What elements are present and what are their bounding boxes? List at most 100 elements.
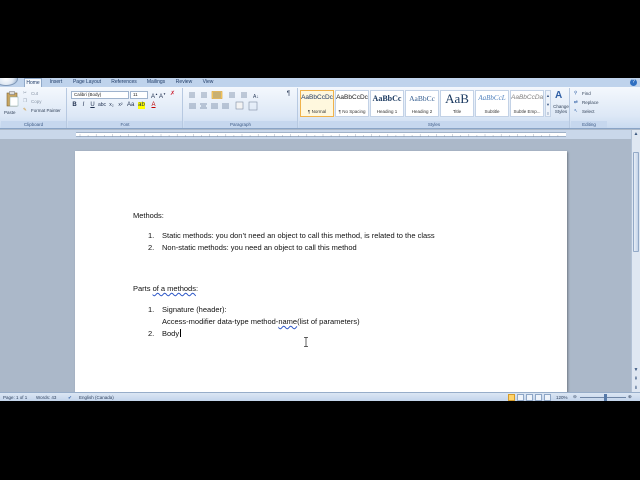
proofing-icon[interactable]: ✔: [68, 394, 72, 401]
zoom-out-icon[interactable]: ⊖: [573, 393, 577, 400]
ruler-ticks: [79, 134, 559, 137]
language[interactable]: English (Canada): [79, 394, 114, 401]
subscript-icon[interactable]: x₂: [108, 102, 115, 109]
draft-view-button[interactable]: [544, 394, 551, 401]
spell-flagged-text: name: [278, 317, 298, 326]
style-name: Heading 2: [411, 109, 433, 114]
change-styles-button[interactable]: A Change Styles: [552, 90, 570, 120]
style-name: ¶ No Spacing: [338, 109, 366, 114]
clipboard-group: Paste ✂ Cut ❐ Copy ✎ Format Painter Clip…: [1, 88, 67, 128]
replace-label: Replace: [582, 100, 599, 105]
show-formatting-marks-button[interactable]: ¶: [285, 91, 292, 98]
font-color-icon[interactable]: A: [150, 102, 157, 109]
list-number: 2.: [148, 243, 155, 252]
style-subtitle[interactable]: AaBbCcL Subtitle: [475, 90, 509, 117]
find-button[interactable]: ⚲ Find: [574, 90, 606, 97]
paste-button[interactable]: Paste: [4, 90, 20, 118]
zoom-slider-track[interactable]: [580, 397, 626, 398]
scrollbar-thumb[interactable]: [633, 152, 639, 252]
change-styles-label: Change Styles: [553, 104, 569, 114]
style-sample: AaBbCcDa: [511, 94, 543, 101]
list-item: Static methods: you don’t need an object…: [162, 231, 435, 240]
select-button[interactable]: ↖ Select: [574, 108, 606, 115]
shrink-font-icon[interactable]: A▼: [159, 91, 166, 100]
tab-insert[interactable]: Insert: [46, 78, 66, 87]
help-icon[interactable]: ?: [630, 79, 637, 86]
editing-group: ⚲ Find ⇄ Replace ↖ Select Editing: [571, 88, 607, 128]
copy-label: Copy: [31, 99, 42, 104]
style-heading-1[interactable]: AaBbCc Heading 1: [370, 90, 404, 117]
next-page-icon[interactable]: ⇟: [632, 384, 640, 392]
styles-scroll-buttons[interactable]: ▲ ▼ ≡: [545, 90, 551, 117]
tab-mailings[interactable]: Mailings: [143, 78, 169, 87]
style-no-spacing[interactable]: AaBbCcDc ¶ No Spacing: [335, 90, 369, 117]
style-normal[interactable]: AaBbCcDc ¶ Normal: [300, 90, 334, 117]
italic-button[interactable]: I: [80, 102, 87, 109]
web-layout-view-button[interactable]: [526, 394, 533, 401]
ibeam-cursor-icon: [304, 337, 308, 347]
style-title[interactable]: AaB Title: [440, 90, 474, 117]
full-screen-reading-view-button[interactable]: [517, 394, 524, 401]
style-sample: AaB: [445, 91, 469, 106]
styles-group: AaBbCcDc ¶ Normal AaBbCcDc ¶ No Spacing …: [299, 88, 570, 128]
outline-view-button[interactable]: [535, 394, 542, 401]
style-sample: AaBbCc: [372, 94, 402, 103]
tab-page-layout[interactable]: Page Layout: [70, 78, 104, 87]
zoom-level[interactable]: 120%: [556, 394, 568, 401]
signature-text: Access-modifier data-type method-: [162, 317, 279, 326]
change-case-icon[interactable]: Aa: [127, 102, 134, 109]
page-count[interactable]: Page: 1 of 1: [3, 394, 27, 401]
document-page[interactable]: Methods: 1. Static methods: you don’t ne…: [75, 151, 567, 392]
select-arrow-icon: ↖: [574, 108, 578, 113]
copy-icon: ❐: [23, 98, 28, 103]
list-item: Signature (header):: [162, 305, 227, 314]
strikethrough-icon[interactable]: abc: [98, 102, 106, 109]
style-name: Title: [452, 109, 462, 114]
tab-view[interactable]: View: [199, 78, 217, 87]
font-group: Calibri (Body) 11 A▲ A▼ ✗ B I U abc x₂ x…: [68, 88, 183, 128]
copy-button[interactable]: ❐ Copy: [23, 98, 63, 105]
cut-button[interactable]: ✂ Cut: [23, 90, 63, 97]
horizontal-ruler[interactable]: [0, 130, 640, 139]
style-heading-2[interactable]: AaBbCc Heading 2: [405, 90, 439, 117]
print-layout-view-button[interactable]: [508, 394, 515, 401]
paintbrush-icon: ✎: [23, 107, 27, 112]
word-count[interactable]: Words: 43: [36, 394, 56, 401]
format-painter-button[interactable]: ✎ Format Painter: [23, 107, 67, 114]
tab-review[interactable]: Review: [173, 78, 195, 87]
style-sample: AaBbCcDc: [301, 94, 333, 101]
signature-line: Access-modifier data-type method-name(li…: [162, 317, 360, 326]
zoom-slider-thumb[interactable]: [604, 394, 607, 401]
clipboard-group-label: Clipboard: [1, 121, 66, 128]
office-button[interactable]: [0, 78, 18, 86]
cut-label: Cut: [31, 91, 39, 96]
superscript-icon[interactable]: x²: [117, 102, 124, 109]
ribbon-tab-row: Home Insert Page Layout References Maili…: [0, 78, 640, 88]
highlight-icon[interactable]: ab: [138, 102, 145, 109]
style-name: Subtle Emp...: [513, 109, 541, 114]
heading-parts-colon: :: [195, 284, 199, 293]
style-name: Heading 1: [376, 109, 398, 114]
tab-references[interactable]: References: [108, 78, 140, 87]
style-name: ¶ Normal: [307, 109, 327, 114]
binoculars-icon: ⚲: [574, 90, 578, 95]
clear-formatting-icon[interactable]: ✗: [169, 91, 176, 98]
scroll-down-icon[interactable]: ▼: [632, 366, 640, 374]
scroll-up-icon[interactable]: ▲: [632, 130, 640, 138]
underline-button[interactable]: U: [89, 102, 96, 109]
style-name: Subtitle: [484, 109, 500, 114]
list-number: 1.: [148, 305, 155, 314]
vertical-scrollbar[interactable]: ▲ ▼ ⇞ ⇟: [631, 130, 640, 392]
paragraph-group: A↓ ¶ Paragraph: [184, 88, 298, 128]
font-size-select[interactable]: 11: [130, 91, 148, 99]
style-subtle-emphasis[interactable]: AaBbCcDa Subtle Emp...: [510, 90, 544, 117]
replace-icon: ⇄: [574, 99, 578, 104]
bold-button[interactable]: B: [71, 102, 78, 109]
replace-button[interactable]: ⇄ Replace: [574, 99, 606, 106]
paragraph-buttons-icon[interactable]: A↓: [187, 91, 295, 115]
font-family-select[interactable]: Calibri (Body): [71, 91, 129, 99]
grow-font-icon[interactable]: A▲: [151, 91, 158, 100]
previous-page-icon[interactable]: ⇞: [632, 375, 640, 383]
zoom-in-icon[interactable]: ⊕: [628, 393, 632, 400]
paste-icon: [6, 91, 19, 107]
